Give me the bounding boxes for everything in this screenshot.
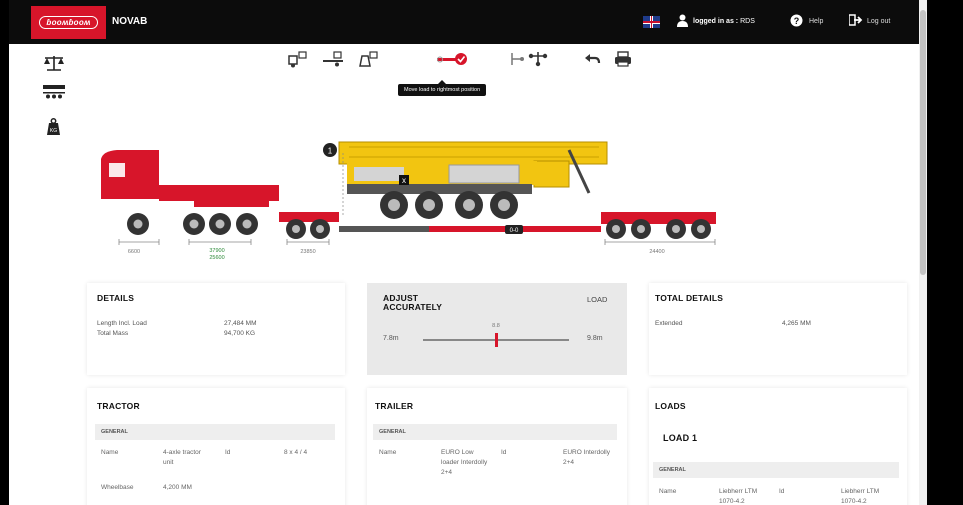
tractor-unit[interactable] xyxy=(101,150,279,235)
slider-thumb[interactable] xyxy=(494,333,498,347)
adjust-mode: LOAD xyxy=(587,295,608,304)
tractor-card: TRACTOR GENERAL Name 4-axle tractor unit… xyxy=(87,388,345,505)
slider-min-label: 7.8m xyxy=(383,335,399,342)
trailer-id-label: Id xyxy=(501,449,507,456)
help-icon[interactable]: ? xyxy=(790,14,803,27)
trailer-card: TRAILER GENERAL Name EURO Low loader Int… xyxy=(367,388,627,505)
adjust-title-line-2: ACCURATELY xyxy=(383,302,443,312)
crane-load[interactable]: x 1 xyxy=(323,141,608,219)
logged-in-label: logged in as : xyxy=(693,18,739,25)
dimension-gap: 23850 xyxy=(300,249,315,255)
tractor-title: TRACTOR xyxy=(97,401,140,411)
details-title: DETAILS xyxy=(97,293,135,303)
total-label-extended: Extended xyxy=(655,320,683,327)
load-number-marker: 1 xyxy=(328,147,333,156)
loads-card: LOADS LOAD 1 GENERAL Name Liebherr LTM 1… xyxy=(649,388,907,505)
undo-icon[interactable] xyxy=(584,50,602,68)
dimension-rear: 24400 xyxy=(649,249,664,255)
tractor-wheelbase-value: 4,200 MM xyxy=(163,484,192,491)
logged-in-text: logged in as : RDS xyxy=(693,18,755,25)
adjust-card: ADJUST ACCURATELY LOAD 7.8m 9.8m 8.8 xyxy=(367,283,627,375)
logged-in-user: RDS xyxy=(740,18,755,25)
help-link[interactable]: Help xyxy=(809,18,823,25)
axle-config-icon[interactable] xyxy=(528,50,548,68)
app-title: NOVAB xyxy=(112,16,148,27)
user-icon xyxy=(677,14,688,27)
scrollbar-thumb[interactable] xyxy=(920,10,926,275)
loads-title: LOADS xyxy=(655,401,686,411)
dimension-lines xyxy=(118,239,716,245)
tractor-name-label: Name xyxy=(101,449,119,456)
tractor-settings-icon[interactable] xyxy=(287,50,309,68)
tractor-id-label: Id xyxy=(225,449,231,456)
slider-current-value: 8.8 xyxy=(492,323,500,329)
app-window: ɓooʍɓooʍ NOVAB logged in as : RDS ? Help… xyxy=(9,0,919,505)
dimension-axle-2: 25600 xyxy=(209,255,224,261)
top-bar: ɓooʍɓooʍ NOVAB logged in as : RDS ? Help… xyxy=(9,0,919,44)
uk-flag-icon[interactable] xyxy=(643,16,660,28)
axle-distance-icon[interactable] xyxy=(509,50,525,68)
details-label-mass: Total Mass xyxy=(97,330,129,337)
load-id-label: Id xyxy=(779,488,785,495)
coupling-tag: 0-0 xyxy=(510,228,519,234)
load-name-value: Liebherr LTM 1070-4.2 xyxy=(719,488,758,505)
details-value-mass: 94,700 KG xyxy=(224,330,256,337)
svg-text:?: ? xyxy=(794,16,800,26)
adjust-title: ADJUST ACCURATELY xyxy=(383,294,442,312)
load-general-header: GENERAL xyxy=(653,462,899,478)
dimension-axle-1: 37900 xyxy=(209,248,224,254)
print-icon[interactable] xyxy=(614,50,632,68)
slider-max-label: 9.8m xyxy=(587,335,603,342)
trailer-title: TRAILER xyxy=(375,401,414,411)
load-center-marker: x xyxy=(402,176,406,185)
trailer-settings-icon[interactable] xyxy=(323,50,345,68)
slider-track[interactable]: 8.8 xyxy=(423,323,569,347)
trailer-id-value: EURO Interdolly 2+4 xyxy=(563,449,610,466)
total-details-card: TOTAL DETAILS Extended 4,265 MM xyxy=(649,283,907,375)
tractor-wheelbase-label: Wheelbase xyxy=(101,484,134,491)
tractor-id-value: 8 x 4 / 4 xyxy=(284,449,308,456)
load-name-label: Name xyxy=(659,488,677,495)
logout-link[interactable]: Log out xyxy=(867,18,890,25)
load-id-value: Liebherr LTM 1070-4.2 xyxy=(841,488,880,505)
logout-icon[interactable] xyxy=(849,14,863,26)
details-label-length: Length Incl. Load xyxy=(97,320,147,327)
total-details-title: TOTAL DETAILS xyxy=(655,293,724,303)
dimension-tractor: 6600 xyxy=(128,249,140,255)
load-1-title[interactable]: LOAD 1 xyxy=(663,433,697,443)
details-card: DETAILS Length Incl. Load 27,484 MM Tota… xyxy=(87,283,345,375)
tractor-general-header: GENERAL xyxy=(95,424,335,440)
trailer-name-label: Name xyxy=(379,449,397,456)
balance-scale-icon[interactable] xyxy=(43,55,65,71)
brand-logo[interactable]: ɓooʍɓooʍ xyxy=(31,6,106,39)
load-settings-icon[interactable] xyxy=(358,50,380,68)
trailer-name-value: EURO Low loader Interdolly 2+4 xyxy=(441,449,488,476)
scrollbar[interactable] xyxy=(919,0,927,505)
tractor-name-value: 4-axle tractor unit xyxy=(163,449,201,466)
details-value-length: 27,484 MM xyxy=(224,320,257,327)
trailer-general-header: GENERAL xyxy=(373,424,617,440)
combination-diagram: x 1 0-0 6600 37900 25600 23850 24400 xyxy=(101,141,716,261)
move-load-right-icon[interactable] xyxy=(437,50,469,68)
logo-text: ɓooʍɓooʍ xyxy=(39,16,98,29)
total-value-extended: 4,265 MM xyxy=(782,320,811,327)
